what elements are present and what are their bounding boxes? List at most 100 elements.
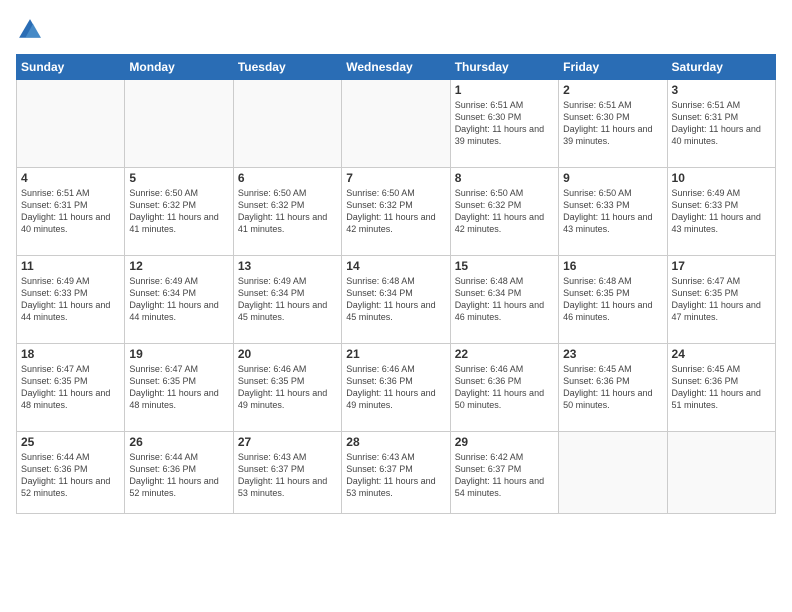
day-number: 16	[563, 259, 662, 273]
calendar-cell: 26 Sunrise: 6:44 AMSunset: 6:36 PMDayligh…	[125, 432, 233, 514]
calendar-cell: 23 Sunrise: 6:45 AMSunset: 6:36 PMDayligh…	[559, 344, 667, 432]
day-info: Sunrise: 6:42 AMSunset: 6:37 PMDaylight:…	[455, 451, 554, 500]
day-number: 4	[21, 171, 120, 185]
calendar-cell: 13 Sunrise: 6:49 AMSunset: 6:34 PMDayligh…	[233, 256, 341, 344]
calendar-cell: 5 Sunrise: 6:50 AMSunset: 6:32 PMDaylight…	[125, 168, 233, 256]
day-number: 6	[238, 171, 337, 185]
day-info: Sunrise: 6:46 AMSunset: 6:36 PMDaylight:…	[455, 363, 554, 412]
calendar-cell: 29 Sunrise: 6:42 AMSunset: 6:37 PMDayligh…	[450, 432, 558, 514]
day-number: 2	[563, 83, 662, 97]
day-number: 19	[129, 347, 228, 361]
col-sunday: Sunday	[17, 55, 125, 80]
day-info: Sunrise: 6:46 AMSunset: 6:36 PMDaylight:…	[346, 363, 445, 412]
logo-icon	[16, 16, 44, 44]
calendar-cell	[559, 432, 667, 514]
day-info: Sunrise: 6:50 AMSunset: 6:32 PMDaylight:…	[238, 187, 337, 236]
day-info: Sunrise: 6:49 AMSunset: 6:34 PMDaylight:…	[129, 275, 228, 324]
day-number: 1	[455, 83, 554, 97]
col-friday: Friday	[559, 55, 667, 80]
calendar-cell: 1 Sunrise: 6:51 AMSunset: 6:30 PMDaylight…	[450, 80, 558, 168]
calendar-table: Sunday Monday Tuesday Wednesday Thursday…	[16, 54, 776, 514]
day-number: 13	[238, 259, 337, 273]
col-tuesday: Tuesday	[233, 55, 341, 80]
col-wednesday: Wednesday	[342, 55, 450, 80]
day-number: 10	[672, 171, 771, 185]
calendar-cell: 20Sunrise: 6:46 AMSunset: 6:35 PMDayligh…	[233, 344, 341, 432]
calendar-cell: 2 Sunrise: 6:51 AMSunset: 6:30 PMDaylight…	[559, 80, 667, 168]
day-number: 21	[346, 347, 445, 361]
calendar-cell: 11 Sunrise: 6:49 AMSunset: 6:33 PMDayligh…	[17, 256, 125, 344]
day-number: 28	[346, 435, 445, 449]
calendar-cell	[17, 80, 125, 168]
day-number: 11	[21, 259, 120, 273]
day-number: 15	[455, 259, 554, 273]
week-row-4: 18 Sunrise: 6:47 AMSunset: 6:35 PMDayligh…	[17, 344, 776, 432]
week-row-5: 25Sunrise: 6:44 AMSunset: 6:36 PMDayligh…	[17, 432, 776, 514]
calendar-cell: 28 Sunrise: 6:43 AMSunset: 6:37 PMDayligh…	[342, 432, 450, 514]
day-info: Sunrise: 6:51 AMSunset: 6:30 PMDaylight:…	[455, 99, 554, 148]
day-info: Sunrise: 6:49 AMSunset: 6:34 PMDaylight:…	[238, 275, 337, 324]
day-info: Sunrise: 6:50 AMSunset: 6:32 PMDaylight:…	[129, 187, 228, 236]
calendar-cell: 12 Sunrise: 6:49 AMSunset: 6:34 PMDayligh…	[125, 256, 233, 344]
day-number: 5	[129, 171, 228, 185]
day-number: 8	[455, 171, 554, 185]
day-info: Sunrise: 6:44 AMSunset: 6:36 PMDaylight:…	[21, 451, 120, 500]
calendar-cell	[233, 80, 341, 168]
week-row-1: 1 Sunrise: 6:51 AMSunset: 6:30 PMDaylight…	[17, 80, 776, 168]
day-info: Sunrise: 6:48 AMSunset: 6:34 PMDaylight:…	[455, 275, 554, 324]
calendar-cell: 17Sunrise: 6:47 AMSunset: 6:35 PMDayligh…	[667, 256, 775, 344]
day-info: Sunrise: 6:45 AMSunset: 6:36 PMDaylight:…	[672, 363, 771, 412]
day-number: 27	[238, 435, 337, 449]
day-info: Sunrise: 6:51 AMSunset: 6:31 PMDaylight:…	[672, 99, 771, 148]
calendar-cell	[125, 80, 233, 168]
calendar-page: Sunday Monday Tuesday Wednesday Thursday…	[0, 0, 792, 612]
calendar-cell: 14 Sunrise: 6:48 AMSunset: 6:34 PMDayligh…	[342, 256, 450, 344]
day-number: 7	[346, 171, 445, 185]
col-saturday: Saturday	[667, 55, 775, 80]
logo-area	[16, 16, 48, 44]
calendar-cell	[667, 432, 775, 514]
day-info: Sunrise: 6:45 AMSunset: 6:36 PMDaylight:…	[563, 363, 662, 412]
day-info: Sunrise: 6:44 AMSunset: 6:36 PMDaylight:…	[129, 451, 228, 500]
calendar-cell: 24Sunrise: 6:45 AMSunset: 6:36 PMDayligh…	[667, 344, 775, 432]
day-number: 22	[455, 347, 554, 361]
day-info: Sunrise: 6:43 AMSunset: 6:37 PMDaylight:…	[238, 451, 337, 500]
day-number: 29	[455, 435, 554, 449]
day-number: 20	[238, 347, 337, 361]
calendar-cell: 27 Sunrise: 6:43 AMSunset: 6:37 PMDayligh…	[233, 432, 341, 514]
day-info: Sunrise: 6:47 AMSunset: 6:35 PMDaylight:…	[21, 363, 120, 412]
day-info: Sunrise: 6:50 AMSunset: 6:32 PMDaylight:…	[346, 187, 445, 236]
day-info: Sunrise: 6:47 AMSunset: 6:35 PMDaylight:…	[672, 275, 771, 324]
col-thursday: Thursday	[450, 55, 558, 80]
day-info: Sunrise: 6:50 AMSunset: 6:32 PMDaylight:…	[455, 187, 554, 236]
day-number: 23	[563, 347, 662, 361]
day-info: Sunrise: 6:49 AMSunset: 6:33 PMDaylight:…	[672, 187, 771, 236]
calendar-cell: 7 Sunrise: 6:50 AMSunset: 6:32 PMDaylight…	[342, 168, 450, 256]
calendar-cell: 22 Sunrise: 6:46 AMSunset: 6:36 PMDayligh…	[450, 344, 558, 432]
calendar-cell: 3 Sunrise: 6:51 AMSunset: 6:31 PMDaylight…	[667, 80, 775, 168]
calendar-cell: 16Sunrise: 6:48 AMSunset: 6:35 PMDayligh…	[559, 256, 667, 344]
calendar-cell: 10 Sunrise: 6:49 AMSunset: 6:33 PMDayligh…	[667, 168, 775, 256]
day-info: Sunrise: 6:48 AMSunset: 6:34 PMDaylight:…	[346, 275, 445, 324]
calendar-cell: 25Sunrise: 6:44 AMSunset: 6:36 PMDayligh…	[17, 432, 125, 514]
day-number: 12	[129, 259, 228, 273]
day-info: Sunrise: 6:50 AMSunset: 6:33 PMDaylight:…	[563, 187, 662, 236]
day-number: 26	[129, 435, 228, 449]
week-row-3: 11 Sunrise: 6:49 AMSunset: 6:33 PMDayligh…	[17, 256, 776, 344]
day-info: Sunrise: 6:49 AMSunset: 6:33 PMDaylight:…	[21, 275, 120, 324]
day-number: 14	[346, 259, 445, 273]
day-info: Sunrise: 6:51 AMSunset: 6:30 PMDaylight:…	[563, 99, 662, 148]
day-number: 18	[21, 347, 120, 361]
week-row-2: 4 Sunrise: 6:51 AMSunset: 6:31 PMDaylight…	[17, 168, 776, 256]
calendar-cell: 9 Sunrise: 6:50 AMSunset: 6:33 PMDaylight…	[559, 168, 667, 256]
calendar-cell: 8 Sunrise: 6:50 AMSunset: 6:32 PMDaylight…	[450, 168, 558, 256]
header-row: Sunday Monday Tuesday Wednesday Thursday…	[17, 55, 776, 80]
calendar-cell: 6 Sunrise: 6:50 AMSunset: 6:32 PMDaylight…	[233, 168, 341, 256]
day-number: 9	[563, 171, 662, 185]
day-info: Sunrise: 6:51 AMSunset: 6:31 PMDaylight:…	[21, 187, 120, 236]
day-number: 3	[672, 83, 771, 97]
day-info: Sunrise: 6:43 AMSunset: 6:37 PMDaylight:…	[346, 451, 445, 500]
day-info: Sunrise: 6:47 AMSunset: 6:35 PMDaylight:…	[129, 363, 228, 412]
calendar-cell: 18 Sunrise: 6:47 AMSunset: 6:35 PMDayligh…	[17, 344, 125, 432]
calendar-cell: 19 Sunrise: 6:47 AMSunset: 6:35 PMDayligh…	[125, 344, 233, 432]
